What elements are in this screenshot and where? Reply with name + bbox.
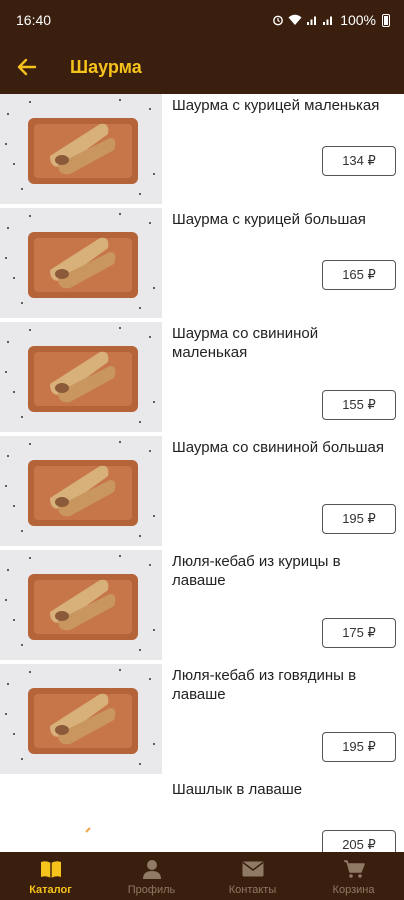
nav-catalog[interactable]: Каталог bbox=[0, 852, 101, 900]
product-image bbox=[0, 322, 162, 432]
product-name: Шаурма со свининой большая bbox=[172, 439, 384, 456]
product-name: Шаурма со свининой маленькая bbox=[172, 325, 319, 361]
status-bar: 16:40 100% bbox=[0, 0, 404, 40]
food-photo bbox=[5, 441, 155, 537]
food-photo bbox=[5, 555, 155, 651]
food-photo bbox=[5, 327, 155, 423]
book-icon bbox=[40, 861, 61, 878]
battery-icon bbox=[382, 13, 390, 27]
back-button[interactable] bbox=[0, 40, 54, 94]
product-item[interactable]: Люля-кебаб из курицы в лаваше 175 ₽ bbox=[0, 550, 404, 662]
food-photo bbox=[5, 213, 155, 309]
price-button[interactable]: 165 ₽ bbox=[322, 260, 396, 290]
nav-contacts[interactable]: Контакты bbox=[202, 852, 303, 900]
nav-label: Корзина bbox=[332, 884, 375, 896]
nav-cart[interactable]: Корзина bbox=[303, 852, 404, 900]
envelope-icon bbox=[242, 861, 263, 877]
status-indicators: 100% bbox=[272, 12, 390, 28]
arrow-left-icon bbox=[17, 58, 37, 76]
product-image bbox=[0, 778, 162, 852]
status-time: 16:40 bbox=[16, 12, 52, 28]
product-name: Люля-кебаб из курицы в лаваше bbox=[172, 553, 341, 589]
product-name: Шаурма с курицей маленькая bbox=[172, 97, 380, 114]
nav-label: Профиль bbox=[127, 884, 176, 896]
product-item[interactable]: Шаурма со свининой маленькая 155 ₽ bbox=[0, 322, 404, 434]
food-photo bbox=[85, 827, 91, 833]
food-photo bbox=[5, 99, 155, 195]
product-name: Шашлык в лаваше bbox=[172, 781, 303, 798]
product-item[interactable]: Шаурма с курицей большая 165 ₽ bbox=[0, 208, 404, 320]
product-item[interactable]: Шашлык в лаваше 205 ₽ bbox=[0, 778, 404, 852]
person-icon bbox=[142, 860, 161, 879]
nav-profile[interactable]: Профиль bbox=[101, 852, 202, 900]
product-image bbox=[0, 436, 162, 546]
product-list[interactable]: Шаурма с курицей маленькая 134 ₽ Шаурма … bbox=[0, 94, 404, 852]
price-button[interactable]: 195 ₽ bbox=[322, 504, 396, 534]
product-image bbox=[0, 94, 162, 204]
product-image bbox=[0, 550, 162, 660]
alarm-icon bbox=[273, 15, 284, 26]
signal-icon-2 bbox=[323, 16, 333, 25]
app-bar: Шаурма bbox=[0, 40, 404, 94]
price-button[interactable]: 134 ₽ bbox=[322, 146, 396, 176]
signal-icon bbox=[307, 16, 317, 25]
food-photo bbox=[5, 669, 155, 765]
price-button[interactable]: 195 ₽ bbox=[322, 732, 396, 762]
price-button[interactable]: 205 ₽ bbox=[322, 830, 396, 852]
product-image bbox=[0, 664, 162, 774]
nav-label: Контакты bbox=[228, 884, 277, 896]
product-item[interactable]: Люля-кебаб из говядины в лаваше 195 ₽ bbox=[0, 664, 404, 776]
product-item[interactable]: Шаурма со свининой большая 195 ₽ bbox=[0, 436, 404, 548]
product-image bbox=[0, 208, 162, 318]
product-name: Люля-кебаб из говядины в лаваше bbox=[172, 667, 357, 703]
nav-label: Каталог bbox=[29, 884, 72, 896]
battery-percent: 100% bbox=[340, 12, 376, 28]
product-name: Шаурма с курицей большая bbox=[172, 211, 366, 228]
product-item[interactable]: Шаурма с курицей маленькая 134 ₽ bbox=[0, 94, 404, 206]
price-button[interactable]: 155 ₽ bbox=[322, 390, 396, 420]
page-title: Шаурма bbox=[70, 56, 142, 77]
bottom-navigation: Каталог Профиль Контакты Корзина bbox=[0, 852, 404, 900]
wifi-icon bbox=[288, 14, 302, 25]
price-button[interactable]: 175 ₽ bbox=[322, 618, 396, 648]
cart-icon bbox=[343, 860, 365, 878]
